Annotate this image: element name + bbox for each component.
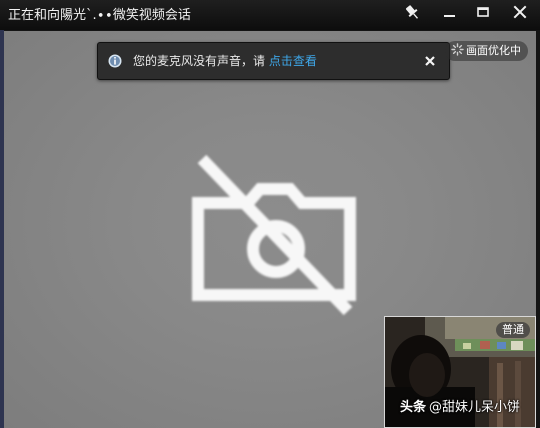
remote-video-area[interactable]: 普通: [4, 31, 536, 428]
watermark: 头条 @甜妹儿呆小饼: [400, 399, 520, 417]
optimize-label: 画面优化中: [466, 44, 521, 57]
maximize-icon: [477, 7, 489, 17]
image-optimizing-badge: 画面优化中: [445, 41, 528, 61]
close-icon: [513, 5, 527, 19]
minimize-button[interactable]: [436, 2, 464, 24]
watermark-brand: 头条: [400, 400, 427, 415]
loading-spinner-icon: [451, 43, 464, 56]
close-window-button[interactable]: [506, 2, 534, 24]
window-title: 正在和向陽光`.∙∙微笑视频会话: [8, 8, 191, 23]
notification-message: 您的麦克风没有声音，请: [133, 54, 266, 68]
title-bar[interactable]: 正在和向陽光`.∙∙微笑视频会话: [0, 0, 540, 30]
pin-button[interactable]: [399, 2, 427, 24]
info-icon: [108, 54, 122, 68]
maximize-button[interactable]: [469, 2, 497, 24]
quality-badge[interactable]: 普通: [496, 322, 530, 338]
watermark-handle: @甜妹儿呆小饼: [429, 400, 521, 415]
close-icon[interactable]: [423, 54, 437, 68]
minimize-icon: [444, 15, 455, 17]
notification-text: 您的麦克风没有声音，请 点击查看: [133, 53, 317, 69]
check-mic-link[interactable]: 点击查看: [269, 54, 317, 68]
notification-banner: 您的麦克风没有声音，请 点击查看: [97, 42, 450, 80]
video-call-window: 正在和向陽光`.∙∙微笑视频会话 普通 您的麦克风没有声音，请 点击查看 画面优…: [0, 0, 540, 428]
camera-off-icon: [192, 154, 356, 316]
pin-icon: [405, 5, 419, 19]
